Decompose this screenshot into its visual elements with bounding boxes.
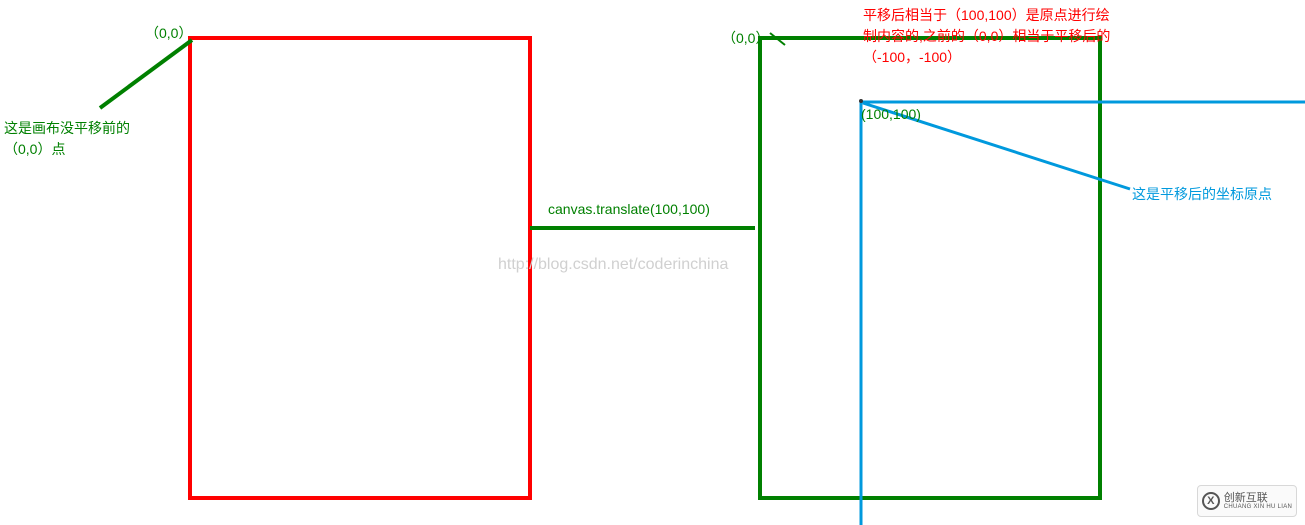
left-red-rect [190,38,530,498]
right-green-rect [760,38,1100,498]
watermark-text: http://blog.csdn.net/coderinchina [498,256,728,274]
left-origin-coord: （0,0） [145,23,192,44]
logo-subtext: CHUANG XIN HU LIAN [1224,504,1292,510]
blue-annotation: 这是平移后的坐标原点 [1132,184,1272,205]
logo-icon: X [1202,492,1220,510]
red-annotation: 平移后相当于（100,100）是原点进行绘 制内容的,之前的（0,0）相当于平移… [863,5,1110,68]
left-annotation: 这是画布没平移前的 （0,0）点 [4,118,130,160]
left-origin-arrow [100,40,192,108]
point-100-100 [859,99,863,103]
brand-logo: X 创新互联 CHUANG XIN HU LIAN [1197,485,1297,517]
right-origin-coord: （0,0） [722,28,769,49]
translate-call: canvas.translate(100,100) [548,199,710,220]
point-100-100-label: (100,100) [861,104,921,125]
logo-text: 创新互联 [1224,493,1292,504]
